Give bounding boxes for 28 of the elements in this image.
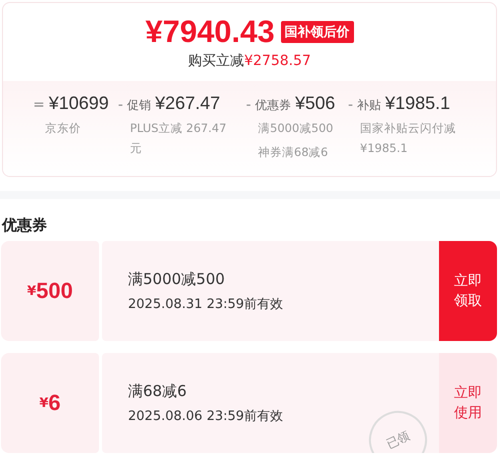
saving-text: 购买立减¥2758.57 <box>188 52 311 70</box>
operator-sign: - <box>348 97 354 113</box>
breakdown-amount: ¥267.47 <box>155 93 220 114</box>
breakdown-note: PLUS立减 267.47元 <box>130 120 228 157</box>
section-title: 优惠券 <box>2 215 47 235</box>
final-price: ¥7940.43 <box>145 14 275 50</box>
breakdown-label: 优惠券 <box>255 97 292 114</box>
operator-sign: - <box>118 97 124 113</box>
breakdown-amount: ¥1985.1 <box>385 93 450 114</box>
breakdown-note: 国家补贴云闪付减¥1985.1 <box>360 120 457 157</box>
coupon-validity: 2025.08.06 23:59前有效 <box>128 408 284 424</box>
coupon-value: ¥6 <box>1 353 99 453</box>
breakdown-amount: ¥10699 <box>48 93 109 114</box>
operator-sign: - <box>246 97 252 113</box>
breakdown-note: 满5000减500 <box>258 120 334 137</box>
coupon-condition: 满5000减500 <box>128 270 226 288</box>
coupon-action-button[interactable]: 立即领取 <box>439 241 497 341</box>
coupon-condition: 满68减6 <box>128 382 188 400</box>
breakdown-note: 京东价 <box>45 120 82 137</box>
coupon-value: ¥500 <box>1 241 99 341</box>
breakdown-label: 补贴 <box>357 97 382 114</box>
breakdown-amount: ¥506 <box>295 93 336 114</box>
breakdown-note: 神券满68减6 <box>258 144 329 161</box>
operator-sign: = <box>33 97 45 113</box>
price-tag: 国补领后价 <box>280 21 354 43</box>
coupon-action-button[interactable]: 立即使用 <box>439 353 497 453</box>
coupon-validity: 2025.08.31 23:59前有效 <box>128 296 284 312</box>
breakdown-label: 促销 <box>127 97 152 114</box>
